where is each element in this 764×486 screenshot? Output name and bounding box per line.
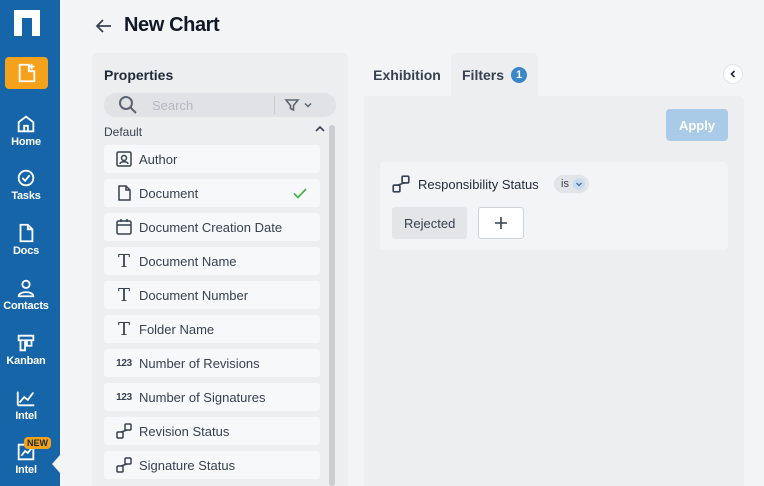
nav-kanban[interactable]: Kanban (0, 332, 52, 367)
page-title: New Chart (124, 14, 220, 36)
text-type-icon: T (117, 250, 130, 272)
status-icon (114, 455, 134, 475)
property-name: Number of Revisions (139, 355, 260, 371)
collapse-panel-button[interactable] (723, 64, 743, 84)
tab-filters-label: Filters (462, 66, 505, 83)
filter-operator-value: is (561, 178, 569, 190)
nav-intel-label: Intel (15, 410, 37, 422)
properties-scrollbar[interactable] (329, 125, 335, 486)
tab-filters[interactable]: Filters 1 (451, 53, 538, 96)
property-name: Document (139, 185, 199, 201)
person-icon (17, 279, 35, 298)
user-badge-icon (114, 149, 134, 169)
filter-value-chip[interactable]: Rejected (392, 207, 468, 239)
chevron-up-icon (315, 125, 325, 132)
status-icon (114, 421, 134, 441)
page-header: New Chart (60, 0, 764, 52)
property-item-document-number[interactable]: T Document Number (104, 281, 320, 309)
funnel-icon (284, 99, 300, 112)
new-document-icon (18, 63, 35, 83)
property-item-document-name[interactable]: T Document Name (104, 247, 320, 275)
properties-title: Properties (104, 67, 174, 83)
kanban-icon (17, 334, 35, 352)
chart-line-icon (16, 391, 35, 407)
property-item-document-creation-date[interactable]: Document Creation Date (104, 213, 320, 241)
property-item-number-of-signatures[interactable]: 123 Number of Signatures (104, 383, 320, 411)
home-icon (17, 115, 35, 133)
apply-button[interactable]: Apply (666, 109, 728, 141)
nav-tasks-label: Tasks (11, 190, 41, 202)
property-item-signature-status[interactable]: Signature Status (104, 451, 320, 479)
property-item-revision-status[interactable]: Revision Status (104, 417, 320, 445)
status-icon (392, 175, 410, 193)
chevron-down-icon (572, 178, 585, 190)
add-filter-value-button[interactable] (478, 207, 524, 239)
new-item-button[interactable] (5, 57, 48, 89)
plus-icon (495, 217, 507, 229)
property-item-number-of-revisions[interactable]: 123 Number of Revisions (104, 349, 320, 377)
text-type-icon: T (117, 318, 130, 340)
chevron-left-icon (730, 70, 736, 78)
property-item-document[interactable]: Document (104, 179, 320, 207)
nav-home-label: Home (11, 136, 41, 148)
filter-property-name: Responsibility Status (418, 177, 539, 192)
check-circle-icon (17, 169, 35, 187)
properties-panel: Properties Search Default Author Documen… (92, 53, 348, 486)
property-name: Document Creation Date (139, 219, 283, 235)
nav-home[interactable]: Home (0, 113, 52, 148)
filters-panel: Apply Responsibility Status is Rejected (364, 96, 744, 486)
property-item-folder-name[interactable]: T Folder Name (104, 315, 320, 343)
property-item-author[interactable]: Author (104, 145, 320, 173)
nav-kanban-label: Kanban (6, 355, 46, 367)
property-name: Number of Signatures (139, 389, 266, 405)
filter-operator-dropdown[interactable]: is (554, 175, 589, 193)
number-icon: 123 (116, 391, 132, 403)
nav-intel-new-label: Intel (15, 464, 37, 476)
app-logo[interactable] (10, 4, 46, 40)
chevron-down-icon (304, 102, 312, 108)
left-navigation: Home Tasks Docs Contacts Kanban Intel In… (0, 0, 60, 486)
new-badge: NEW (24, 437, 51, 449)
checkmark-icon (293, 188, 307, 199)
search-icon (119, 96, 137, 114)
tab-exhibition[interactable]: Exhibition (364, 53, 450, 96)
nav-contacts-label: Contacts (3, 300, 49, 312)
property-name: Signature Status (139, 457, 236, 473)
calendar-icon (114, 217, 134, 237)
property-name: Folder Name (139, 321, 215, 337)
nav-docs-label: Docs (12, 245, 40, 257)
property-name: Revision Status (139, 423, 230, 439)
filter-type-dropdown[interactable] (284, 96, 318, 114)
group-header-default[interactable]: Default (104, 123, 328, 139)
nav-intel[interactable]: Intel (0, 387, 52, 422)
property-list: Author Document Document Creation Date T… (104, 145, 320, 485)
tab-exhibition-label: Exhibition (373, 66, 441, 83)
filters-count-badge: 1 (511, 66, 528, 83)
nav-tasks[interactable]: Tasks (0, 167, 52, 202)
text-type-icon: T (117, 284, 130, 306)
nav-docs[interactable]: Docs (0, 222, 52, 257)
search-separator (274, 96, 275, 114)
property-name: Document Name (139, 253, 237, 269)
file-icon (114, 183, 134, 203)
search-input[interactable]: Search (152, 98, 193, 113)
properties-search[interactable]: Search (104, 93, 336, 117)
document-icon (19, 223, 34, 243)
group-label: Default (104, 125, 143, 139)
filter-card: Responsibility Status is Rejected (380, 162, 728, 250)
nav-contacts[interactable]: Contacts (0, 277, 52, 312)
back-arrow-icon[interactable] (94, 16, 114, 36)
property-name: Document Number (139, 287, 249, 303)
number-icon: 123 (116, 357, 132, 369)
property-name: Author (139, 151, 178, 167)
